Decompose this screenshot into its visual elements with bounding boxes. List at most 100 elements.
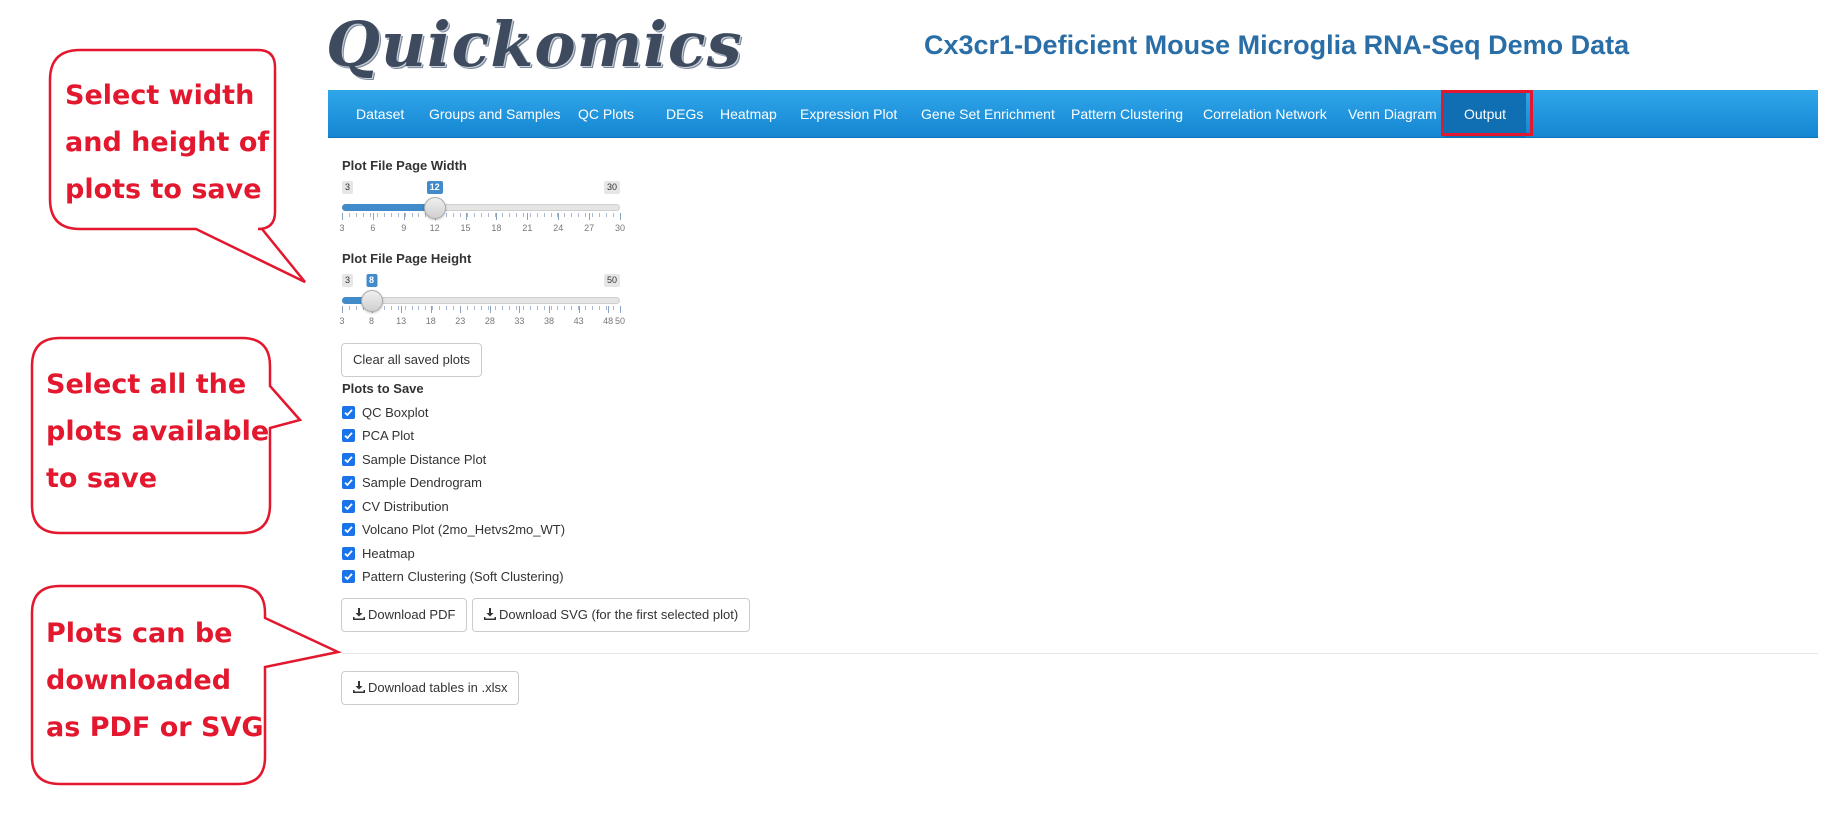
slider-max-label: 30: [603, 181, 620, 194]
slider-tick: [578, 213, 580, 217]
clear-saved-plots-button[interactable]: Clear all saved plots: [341, 343, 483, 377]
checkbox[interactable]: [342, 429, 355, 442]
slider-tick-label: 43: [573, 316, 584, 326]
height-slider[interactable]: 3 50 8 3 8 13 18 23 28 33 38 43 48 50: [339, 274, 625, 344]
slider-tick: [571, 306, 573, 310]
tab-expression-plot[interactable]: Expression Plot: [800, 90, 897, 138]
tab-pattern-clustering[interactable]: Pattern Clustering: [1071, 90, 1183, 138]
slider-tick: [404, 306, 406, 310]
slider-major-tick: [608, 306, 610, 313]
tab-heatmap[interactable]: Heatmap: [720, 90, 777, 138]
tab-groups-and-samples[interactable]: Groups and Samples: [429, 90, 561, 138]
tab-dataset[interactable]: Dataset: [356, 90, 404, 138]
slider-tick-label: 33: [514, 316, 525, 326]
page-title: Cx3cr1-Deficient Mouse Microglia RNA-Seq…: [924, 30, 1630, 60]
plot-checkbox-row[interactable]: PCA Plot: [342, 427, 414, 445]
slider-tick: [481, 213, 482, 217]
slider-tick: [446, 306, 448, 310]
slider-tick: [474, 306, 476, 310]
checkmark-icon: [344, 502, 353, 510]
slider-tick: [550, 306, 552, 310]
checkbox[interactable]: [342, 476, 355, 489]
checkbox-label: Sample Distance Plot: [362, 451, 487, 467]
slider-tick: [536, 306, 538, 310]
slider-tick: [487, 306, 489, 310]
checkbox[interactable]: [342, 499, 355, 513]
plot-checkbox-row[interactable]: Volcano Plot (2mo_Hetvs2mo_WT): [342, 521, 565, 539]
download-xlsx-button[interactable]: Download tables in .xlsx: [341, 671, 520, 705]
slider-tick-label: 13: [396, 316, 407, 326]
slider-major-tick: [342, 306, 343, 313]
slider-tick: [571, 213, 573, 217]
slider-major-tick: [496, 213, 498, 220]
slider-tick: [508, 306, 510, 310]
slider-major-tick: [589, 213, 591, 220]
checkbox[interactable]: [342, 570, 355, 583]
tab-gene-set-enrichment[interactable]: Gene Set Enrichment: [921, 90, 1055, 138]
checkbox[interactable]: [342, 405, 355, 419]
slider-tick: [397, 306, 399, 310]
plot-checkbox-row[interactable]: Heatmap: [342, 544, 415, 562]
slider-tick-label: 9: [401, 223, 407, 233]
tab-degs[interactable]: DEGs: [666, 90, 703, 138]
width-slider[interactable]: 3 30 12 3 6 9 12 15 18 21 24 27 30: [339, 181, 625, 251]
slider-handle[interactable]: [360, 290, 383, 312]
checkbox[interactable]: [342, 546, 355, 560]
slider-tick: [599, 213, 601, 217]
callout-sizes-text: Select width and height of plots to save: [65, 72, 269, 213]
slider-tick: [411, 306, 413, 310]
slider-major-tick: [620, 306, 621, 313]
plot-checkbox-row[interactable]: Sample Dendrogram: [342, 474, 482, 492]
slider-value-label: 8: [366, 274, 378, 287]
checkbox-label: Sample Dendrogram: [362, 475, 482, 490]
plot-checkbox-row[interactable]: Pattern Clustering (Soft Clustering): [342, 568, 564, 586]
slider-tick-label: 28: [484, 316, 495, 326]
slider-tick: [369, 213, 371, 217]
height-slider-label: Plot File Page Height: [342, 251, 472, 266]
slider-major-tick: [578, 306, 580, 313]
slider-tick-label: 38: [544, 316, 555, 326]
slider-major-tick: [430, 306, 432, 313]
slider-handle[interactable]: [423, 197, 446, 219]
callout-line: Select width: [65, 80, 255, 111]
download-pdf-label: Download PDF: [368, 607, 456, 622]
slider-tick-label: 15: [460, 223, 471, 233]
checkmark-icon: [344, 573, 353, 581]
slider-tick: [515, 306, 517, 310]
plot-checkbox-row[interactable]: CV Distribution: [342, 497, 449, 515]
checkmark-icon: [344, 432, 353, 440]
slider-tick: [515, 213, 517, 217]
plot-checkbox-row[interactable]: QC Boxplot: [342, 403, 428, 421]
callout-line: Plots can be: [46, 618, 233, 649]
tab-qc-plots[interactable]: QC Plots: [578, 90, 634, 138]
download-pdf-button[interactable]: Download PDF: [341, 598, 468, 632]
checkbox[interactable]: [342, 452, 355, 466]
slider-tick: [355, 306, 357, 310]
download-svg-button[interactable]: Download SVG (for the first selected plo…: [472, 598, 751, 632]
slider-major-tick: [527, 213, 529, 220]
slider-tick-label: 23: [455, 316, 466, 326]
slider-tick: [585, 306, 587, 310]
checkbox-label: PCA Plot: [362, 428, 415, 443]
checkbox[interactable]: [342, 523, 355, 536]
callout-line: Select all the: [46, 369, 247, 400]
slider-track[interactable]: [342, 297, 620, 304]
plot-checkbox-row[interactable]: Sample Distance Plot: [342, 450, 486, 468]
slider-tick: [529, 213, 531, 217]
slider-tick: [529, 306, 531, 310]
slider-tick: [397, 213, 399, 217]
slider-tick: [383, 306, 385, 310]
slider-ticks: [342, 213, 621, 221]
width-slider-label: Plot File Page Width: [342, 158, 467, 173]
checkmark-icon: [344, 479, 353, 487]
tab-correlation-network[interactable]: Correlation Network: [1203, 90, 1327, 138]
slider-tick: [564, 306, 566, 310]
slider-ticks: [342, 306, 621, 314]
slider-tick: [487, 213, 489, 217]
slider-tick: [460, 213, 462, 217]
tab-venn-diagram[interactable]: Venn Diagram: [1348, 90, 1437, 138]
slider-tick: [418, 306, 420, 310]
slider-tick-label: 48: [603, 316, 614, 326]
slider-tick-label: 50: [614, 316, 626, 326]
slider-tick: [348, 306, 350, 310]
